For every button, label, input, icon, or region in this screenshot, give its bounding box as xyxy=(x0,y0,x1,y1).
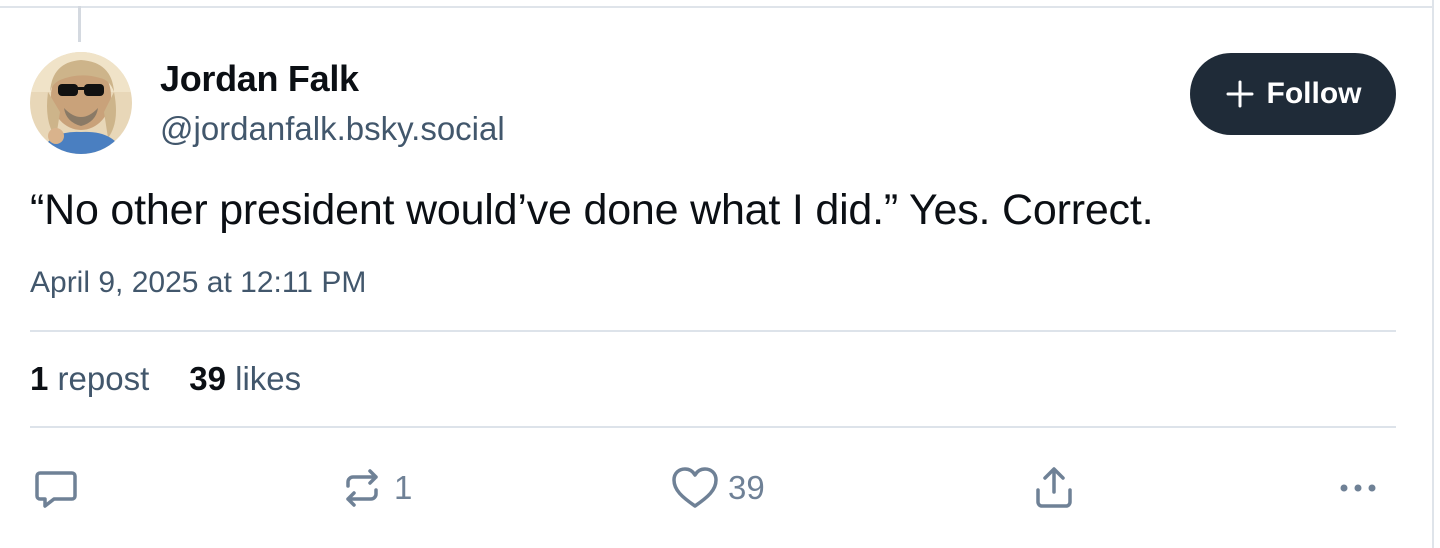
likes-stat[interactable]: 39 likes xyxy=(189,360,301,398)
follow-button[interactable]: Follow xyxy=(1190,53,1396,135)
reply-icon xyxy=(32,464,80,512)
repost-count: 1 xyxy=(394,469,413,506)
divider xyxy=(30,330,1396,332)
avatar[interactable] xyxy=(30,52,132,154)
likes-count: 39 xyxy=(189,360,226,397)
post-text: “No other president would’ve done what I… xyxy=(30,186,1154,234)
more-icon xyxy=(1334,464,1382,512)
reposts-count: 1 xyxy=(30,360,49,397)
follow-label: Follow xyxy=(1266,77,1362,110)
author-display-name[interactable]: Jordan Falk xyxy=(160,58,359,100)
share-button[interactable] xyxy=(1030,464,1078,512)
divider xyxy=(30,426,1396,428)
repost-button[interactable]: 1 xyxy=(338,464,412,512)
card-right-border xyxy=(1432,0,1434,548)
reply-button[interactable] xyxy=(32,464,80,512)
plus-icon xyxy=(1225,79,1255,109)
thread-connector-line xyxy=(78,6,81,42)
author-handle[interactable]: @jordanfalk.bsky.social xyxy=(160,110,505,148)
engagement-stats: 1 repost 39 likes xyxy=(30,360,301,398)
heart-icon xyxy=(670,464,720,512)
card-top-border xyxy=(0,0,1434,8)
post-timestamp[interactable]: April 9, 2025 at 12:11 PM xyxy=(30,266,366,300)
likes-label: likes xyxy=(235,360,302,397)
like-button[interactable]: 39 xyxy=(670,464,765,512)
reposts-label: repost xyxy=(57,360,150,397)
more-options-button[interactable] xyxy=(1334,464,1382,512)
share-icon xyxy=(1030,464,1078,512)
like-count: 39 xyxy=(728,469,765,506)
repost-icon xyxy=(338,464,386,512)
reposts-stat[interactable]: 1 repost xyxy=(30,360,149,398)
